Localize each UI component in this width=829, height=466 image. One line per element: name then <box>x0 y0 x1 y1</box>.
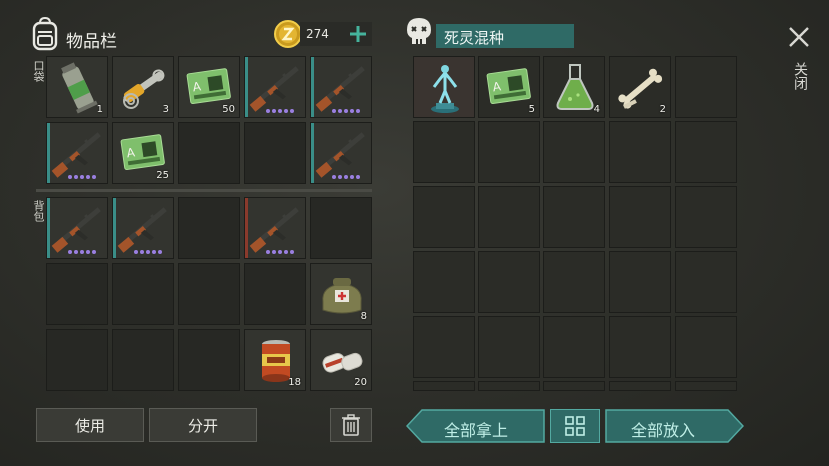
use-button[interactable]: 使用 <box>36 408 144 442</box>
pocket-slot[interactable] <box>310 122 372 184</box>
backpack-slot[interactable]: 18 <box>244 329 306 391</box>
item-count: 50 <box>222 104 235 115</box>
close-label: 关闭 <box>792 62 808 90</box>
backpack-slot[interactable] <box>244 197 306 259</box>
item-count: 25 <box>156 170 169 181</box>
pocket-slot-empty[interactable] <box>244 122 306 184</box>
trash-icon <box>342 414 360 436</box>
item-count: 4 <box>593 104 600 115</box>
pocket-slot[interactable]: 1 <box>46 56 108 118</box>
backpack-slot[interactable]: 8 <box>310 263 372 325</box>
hologram-statue-icon <box>431 65 459 113</box>
put-all-label: 全部放入 <box>631 421 696 440</box>
coin-icon <box>274 20 302 48</box>
backpack-slot-empty[interactable] <box>112 263 174 325</box>
add-coins-button[interactable] <box>346 22 370 46</box>
container-slot-empty <box>478 381 540 391</box>
pockets-label: 口袋 <box>32 60 45 82</box>
container-slot-empty[interactable] <box>543 121 605 183</box>
container-slot-empty[interactable] <box>543 186 605 248</box>
backpack-label: 背包 <box>32 200 45 222</box>
container-slot[interactable]: 2 <box>609 56 671 118</box>
backpack-slot[interactable] <box>112 197 174 259</box>
close-button[interactable] <box>786 24 812 50</box>
container-slot-empty[interactable] <box>609 186 671 248</box>
container-slot-empty[interactable] <box>609 316 671 378</box>
container-slot-empty[interactable] <box>478 316 540 378</box>
quality-dots <box>134 250 162 254</box>
pocket-slot[interactable] <box>310 56 372 118</box>
container-slot-empty <box>609 381 671 391</box>
container-slot-empty[interactable] <box>543 251 605 313</box>
container-slot[interactable] <box>413 56 475 118</box>
pocket-slot[interactable] <box>46 122 108 184</box>
container-slot-empty[interactable] <box>675 251 737 313</box>
skull-icon <box>404 16 434 48</box>
container-slot-empty[interactable] <box>609 121 671 183</box>
container-slot-empty[interactable] <box>478 251 540 313</box>
backpack-slot[interactable]: 20 <box>310 329 372 391</box>
split-button[interactable]: 分开 <box>149 408 257 442</box>
quality-dots <box>266 109 294 113</box>
pocket-slot[interactable] <box>244 56 306 118</box>
container-slot-empty[interactable] <box>413 121 475 183</box>
backpack-slot-empty[interactable] <box>46 263 108 325</box>
quality-dots <box>68 175 96 179</box>
container-slot[interactable]: A 5 <box>478 56 540 118</box>
backpack-slot-empty[interactable] <box>178 263 240 325</box>
coin-count: 274 <box>306 27 329 41</box>
backpack-slot-empty[interactable] <box>46 329 108 391</box>
backpack-slot-empty[interactable] <box>112 329 174 391</box>
container-slot-empty <box>543 381 605 391</box>
item-count: 5 <box>528 104 535 115</box>
delete-button[interactable] <box>330 408 372 442</box>
item-count: 18 <box>288 377 301 388</box>
take-all-button[interactable]: 全部拿上 <box>406 409 545 443</box>
container-slot[interactable]: 4 <box>543 56 605 118</box>
quality-dots <box>332 175 360 179</box>
backpack-slot-empty[interactable] <box>178 329 240 391</box>
item-count: 2 <box>659 104 666 115</box>
item-count: 1 <box>96 104 103 115</box>
container-slot-empty <box>413 381 475 391</box>
pocket-slot[interactable]: 3 <box>112 56 174 118</box>
container-slot-empty[interactable] <box>675 56 737 118</box>
plus-icon <box>350 26 366 42</box>
container-slot-empty[interactable] <box>413 251 475 313</box>
container-slot-empty[interactable] <box>675 186 737 248</box>
item-count: 8 <box>360 311 367 322</box>
container-slot-empty[interactable] <box>478 186 540 248</box>
container-slot-empty[interactable] <box>675 121 737 183</box>
pocket-slot-empty[interactable] <box>178 122 240 184</box>
take-all-label: 全部拿上 <box>444 421 509 440</box>
grid-sort-icon <box>565 416 585 436</box>
quality-dots <box>332 109 360 113</box>
item-count: 20 <box>354 377 367 388</box>
container-slot-empty[interactable] <box>478 121 540 183</box>
pocket-slot[interactable]: A 50 <box>178 56 240 118</box>
pockets-divider <box>36 189 372 192</box>
pocket-slot[interactable]: A 25 <box>112 122 174 184</box>
container-slot-empty[interactable] <box>543 316 605 378</box>
put-all-button[interactable]: 全部放入 <box>605 409 744 443</box>
backpack-slot-empty[interactable] <box>178 197 240 259</box>
container-slot-empty[interactable] <box>413 186 475 248</box>
item-count: 3 <box>162 104 169 115</box>
backpack-slot-empty[interactable] <box>310 197 372 259</box>
inventory-title: 物品栏 <box>66 32 117 52</box>
backpack-icon <box>30 16 60 51</box>
quality-dots <box>68 250 96 254</box>
container-slot-empty[interactable] <box>609 251 671 313</box>
quality-dots <box>266 250 294 254</box>
container-title: 死灵混种 <box>444 29 505 47</box>
backpack-slot[interactable] <box>46 197 108 259</box>
close-icon <box>789 27 809 47</box>
container-slot-empty <box>675 381 737 391</box>
container-slot-empty[interactable] <box>413 316 475 378</box>
sort-button[interactable] <box>550 409 600 443</box>
backpack-slot-empty[interactable] <box>244 263 306 325</box>
container-slot-empty[interactable] <box>675 316 737 378</box>
